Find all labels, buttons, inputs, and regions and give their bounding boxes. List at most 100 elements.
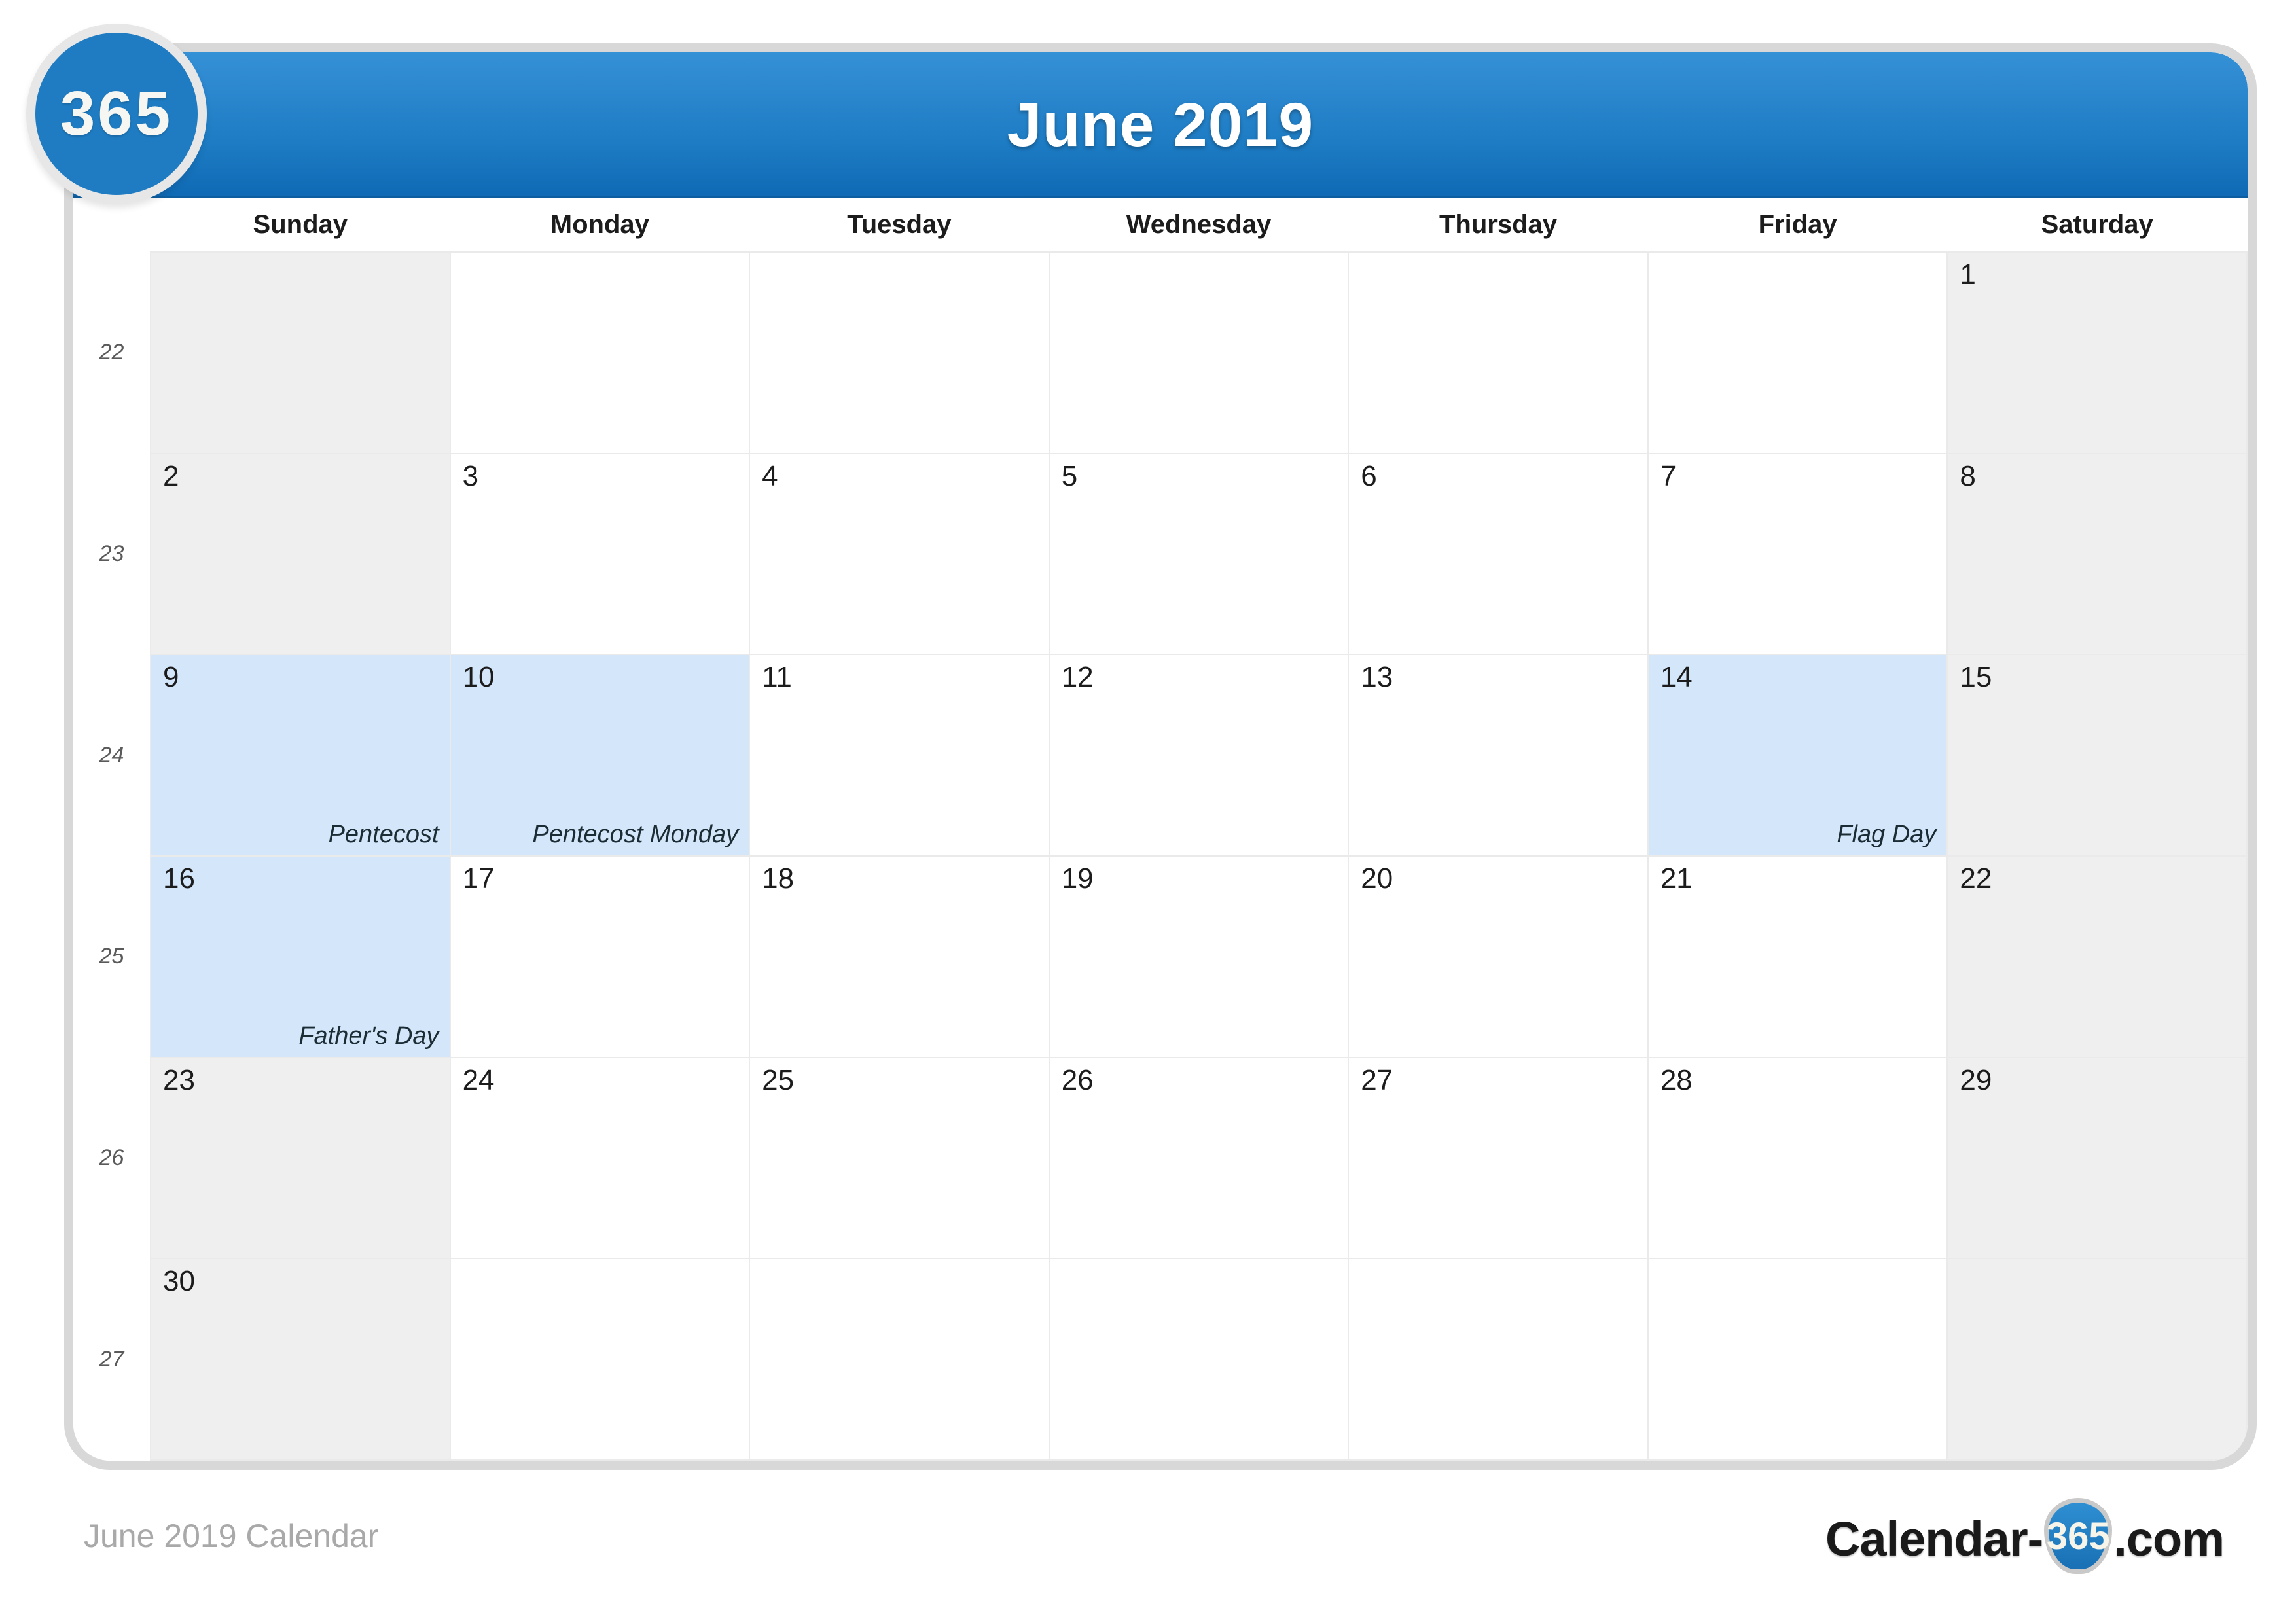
- calendar365-logo[interactable]: Calendar- 365 .com: [1825, 1498, 2225, 1574]
- page-footer: June 2019 Calendar Calendar- 365 .com: [0, 1498, 2296, 1610]
- day-number: 24: [462, 1063, 495, 1096]
- calendar-day-cell[interactable]: 2: [150, 452, 451, 656]
- day-number: 7: [1660, 459, 1677, 492]
- day-number: 16: [163, 862, 195, 895]
- calendar-day-cell[interactable]: 24: [449, 1056, 751, 1260]
- calendar-day-cell[interactable]: 25: [749, 1056, 1050, 1260]
- calendar-day-cell[interactable]: [449, 1258, 751, 1461]
- day-number: 8: [1960, 459, 1976, 492]
- footer-caption: June 2019 Calendar: [84, 1518, 379, 1554]
- calendar-day-cell[interactable]: [1048, 1258, 1350, 1461]
- calendar-day-cell[interactable]: 17: [449, 855, 751, 1058]
- calendar-day-cell[interactable]: 3: [449, 452, 751, 656]
- calendar-day-cell[interactable]: 21: [1647, 855, 1948, 1058]
- calendar-day-cell[interactable]: [1647, 251, 1948, 454]
- calendar-day-cell[interactable]: 11: [749, 654, 1050, 857]
- holiday-label: Pentecost: [328, 820, 439, 848]
- weekday-monday: Monday: [550, 209, 649, 239]
- calendar-day-cell[interactable]: 26: [1048, 1056, 1350, 1260]
- day-number: 19: [1061, 862, 1094, 895]
- calendar-header: June 2019: [73, 52, 2248, 198]
- calendar-day-cell[interactable]: 13: [1348, 654, 1649, 857]
- day-number: 9: [163, 661, 179, 694]
- day-number: 12: [1061, 661, 1094, 694]
- calendar-day-cell[interactable]: [1647, 1258, 1948, 1461]
- calendar-day-cell[interactable]: 18: [749, 855, 1050, 1058]
- calendar-day-cell[interactable]: 30: [150, 1258, 451, 1461]
- calendar-day-cell[interactable]: 20: [1348, 855, 1649, 1058]
- calendar-grid: Sunday Monday Tuesday Wednesday Thursday…: [73, 198, 2248, 1461]
- calendar-day-cell[interactable]: 23: [150, 1056, 451, 1260]
- day-number: 26: [1061, 1063, 1094, 1096]
- week-number: 24: [99, 742, 124, 768]
- calendar-day-cell[interactable]: 9 Pentecost: [150, 654, 451, 857]
- calendar-day-cell[interactable]: [1348, 1258, 1649, 1461]
- calendar-week-row: 24 9 Pentecost 10 Pentecost Monday 11 12 13 14 Fl…: [73, 654, 2248, 857]
- day-number: 6: [1361, 459, 1377, 492]
- calendar-week-row: 26 23 24 25 26 27 28 29: [73, 1056, 2248, 1260]
- day-number: 23: [163, 1063, 195, 1096]
- calendar-day-cell[interactable]: [1048, 251, 1350, 454]
- logo-shield-icon: 365: [2044, 1498, 2113, 1574]
- logo-badge-365: 365: [26, 24, 207, 204]
- holiday-label: Pentecost Monday: [532, 820, 739, 848]
- logo-badge-label: 365: [60, 79, 173, 149]
- calendar-day-cell[interactable]: [749, 1258, 1050, 1461]
- day-number: 30: [163, 1265, 195, 1298]
- calendar-page: June 2019 365 Sunday Monday Tuesday Wed: [0, 0, 2296, 1623]
- calendar-day-cell[interactable]: 27: [1348, 1056, 1649, 1260]
- day-number: 4: [762, 459, 778, 492]
- calendar-card: June 2019 365 Sunday Monday Tuesday Wed: [64, 43, 2257, 1470]
- calendar-day-cell[interactable]: [1348, 251, 1649, 454]
- calendar-day-cell[interactable]: 8: [1946, 452, 2248, 656]
- day-number: 17: [462, 862, 495, 895]
- calendar-day-cell[interactable]: 19: [1048, 855, 1350, 1058]
- day-number: 29: [1960, 1063, 1992, 1096]
- calendar-day-cell[interactable]: [749, 251, 1050, 454]
- calendar-day-cell[interactable]: 1: [1946, 251, 2248, 454]
- calendar-day-cell[interactable]: [449, 251, 751, 454]
- day-number: 14: [1660, 661, 1693, 694]
- calendar-day-cell[interactable]: [1946, 1258, 2248, 1461]
- day-number: 15: [1960, 661, 1992, 694]
- calendar-day-cell[interactable]: 14 Flag Day: [1647, 654, 1948, 857]
- day-number: 27: [1361, 1063, 1393, 1096]
- calendar-week-row: 22 1: [73, 251, 2248, 454]
- calendar-day-cell[interactable]: 10 Pentecost Monday: [449, 654, 751, 857]
- logo-tld: .com: [2113, 1511, 2225, 1566]
- holiday-label: Flag Day: [1837, 820, 1937, 848]
- calendar-day-cell[interactable]: 29: [1946, 1056, 2248, 1260]
- calendar-day-cell[interactable]: 6: [1348, 452, 1649, 656]
- holiday-label: Father's Day: [298, 1022, 439, 1050]
- weekday-tuesday: Tuesday: [847, 209, 952, 239]
- day-number: 25: [762, 1063, 795, 1096]
- calendar-day-cell[interactable]: 15: [1946, 654, 2248, 857]
- week-number: 22: [99, 340, 124, 365]
- day-number: 28: [1660, 1063, 1693, 1096]
- week-number: 23: [99, 541, 124, 566]
- calendar-day-cell[interactable]: 4: [749, 452, 1050, 656]
- day-number: 10: [462, 661, 495, 694]
- day-number: 1: [1960, 259, 1976, 291]
- logo-wordmark: Calendar-: [1825, 1511, 2043, 1566]
- day-number: 11: [762, 661, 792, 694]
- calendar-day-cell[interactable]: 28: [1647, 1056, 1948, 1260]
- logo-shield-label: 365: [2046, 1514, 2110, 1558]
- calendar-day-cell[interactable]: 7: [1647, 452, 1948, 656]
- calendar-week-row: 23 2 3 4 5 6 7 8: [73, 452, 2248, 656]
- weekday-saturday: Saturday: [2041, 209, 2153, 239]
- week-number-header: [73, 198, 151, 252]
- day-number: 20: [1361, 862, 1393, 895]
- calendar-day-cell[interactable]: 22: [1946, 855, 2248, 1058]
- weekday-header-row: Sunday Monday Tuesday Wednesday Thursday…: [73, 198, 2247, 252]
- day-number: 5: [1061, 459, 1078, 492]
- day-number: 13: [1361, 661, 1393, 694]
- calendar-day-cell[interactable]: [150, 251, 451, 454]
- week-number: 27: [99, 1346, 124, 1372]
- calendar-day-cell[interactable]: 16 Father's Day: [150, 855, 451, 1058]
- calendar-day-cell[interactable]: 5: [1048, 452, 1350, 656]
- calendar-weeks: 22 1 23 2 3 4 5 6 7 8 24 9 Pentecost 10 Pentecost Mond…: [73, 251, 2248, 1461]
- week-number: 26: [99, 1145, 124, 1170]
- calendar-week-row: 25 16 Father's Day 17 18 19 20 21 22: [73, 855, 2248, 1058]
- calendar-day-cell[interactable]: 12: [1048, 654, 1350, 857]
